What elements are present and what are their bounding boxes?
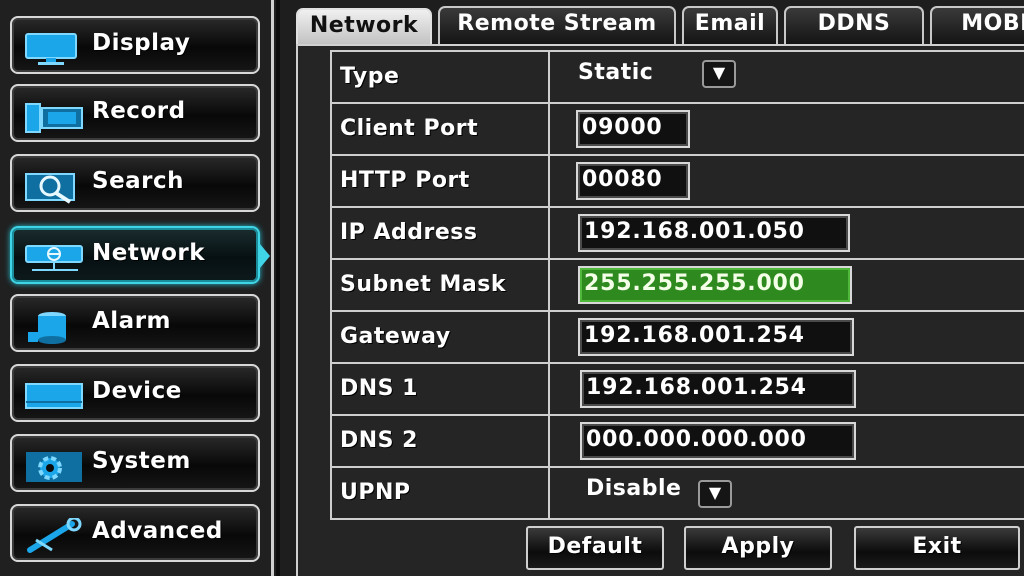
upnp-dropdown-button[interactable]: ▼ [698, 480, 732, 508]
gateway-label: Gateway [340, 324, 451, 349]
exit-button[interactable]: Exit [854, 526, 1020, 570]
wrench-icon [27, 518, 82, 553]
dns2-label: DNS 2 [340, 428, 418, 453]
upnp-label: UPNP [340, 480, 411, 505]
row-client-port: Client Port 09000 [330, 102, 1024, 154]
sidebar-item-record[interactable]: Record [10, 84, 260, 142]
network-icon [25, 245, 83, 271]
tab-email[interactable]: Email [682, 6, 778, 46]
http-port-label: HTTP Port [340, 168, 470, 193]
type-dropdown-button[interactable]: ▼ [702, 60, 736, 88]
sidebar-item-label: System [92, 448, 191, 474]
row-gateway: Gateway 192.168.001.254 [330, 310, 1024, 362]
sidebar-item-advanced[interactable]: Advanced [10, 504, 260, 562]
client-port-label: Client Port [340, 116, 479, 141]
sidebar-item-label: Record [92, 98, 186, 124]
tab-remote-stream[interactable]: Remote Stream [438, 6, 676, 46]
ip-address-field[interactable]: 192.168.001.050 [578, 214, 850, 252]
type-label: Type [340, 64, 400, 89]
sidebar-menu: Display Record Search Network Alarm Devi… [0, 0, 276, 576]
dns1-label: DNS 1 [340, 376, 418, 401]
subnet-mask-field[interactable]: 255.255.255.000 [578, 266, 852, 304]
chevron-down-icon: ▼ [712, 63, 726, 82]
gear-icon [26, 452, 82, 482]
sidebar-item-network[interactable]: Network [10, 226, 270, 284]
sidebar-item-label: Device [92, 378, 182, 404]
sidebar-item-label: Alarm [92, 308, 172, 334]
search-icon [25, 173, 75, 204]
display-icon [25, 33, 77, 65]
default-button[interactable]: Default [526, 526, 664, 570]
chevron-down-icon: ▼ [708, 483, 722, 502]
http-port-field[interactable]: 00080 [576, 162, 690, 200]
network-settings-form: Type Static ▼ Client Port 09000 HTTP Por… [330, 50, 1024, 520]
tab-ddns[interactable]: DDNS [784, 6, 924, 46]
device-icon [25, 383, 83, 409]
client-port-field[interactable]: 09000 [576, 110, 690, 148]
alarm-icon [28, 312, 66, 344]
row-dns2: DNS 2 000.000.000.000 [330, 414, 1024, 466]
row-ip-address: IP Address 192.168.001.050 [330, 206, 1024, 258]
apply-button[interactable]: Apply [684, 526, 832, 570]
row-upnp: UPNP Disable ▼ [330, 466, 1024, 520]
row-dns1: DNS 1 192.168.001.254 [330, 362, 1024, 414]
tab-network[interactable]: Network [296, 8, 432, 46]
dns1-field[interactable]: 192.168.001.254 [580, 370, 856, 408]
row-type: Type Static ▼ [330, 50, 1024, 102]
record-icon [25, 103, 83, 133]
gateway-field[interactable]: 192.168.001.254 [578, 318, 854, 356]
sidebar-item-device[interactable]: Device [10, 364, 260, 422]
sidebar-item-label: Advanced [92, 518, 223, 544]
sidebar-item-system[interactable]: System [10, 434, 260, 492]
tab-mobi[interactable]: MOBI [930, 6, 1024, 46]
type-select-value[interactable]: Static [578, 60, 653, 85]
row-subnet-mask: Subnet Mask 255.255.255.000 [330, 258, 1024, 310]
ip-address-label: IP Address [340, 220, 478, 245]
upnp-select-value[interactable]: Disable [586, 476, 681, 501]
sidebar-item-label: Search [92, 168, 185, 194]
sidebar-item-alarm[interactable]: Alarm [10, 294, 260, 352]
sidebar-item-label: Network [92, 240, 206, 266]
dns2-field[interactable]: 000.000.000.000 [580, 422, 856, 460]
tab-bar: Network Remote Stream Email DDNS MOBI [296, 0, 1024, 46]
row-http-port: HTTP Port 00080 [330, 154, 1024, 206]
sidebar-item-search[interactable]: Search [10, 154, 260, 212]
sidebar-item-label: Display [92, 30, 191, 56]
sidebar-item-display[interactable]: Display [10, 16, 260, 74]
subnet-mask-label: Subnet Mask [340, 272, 506, 297]
